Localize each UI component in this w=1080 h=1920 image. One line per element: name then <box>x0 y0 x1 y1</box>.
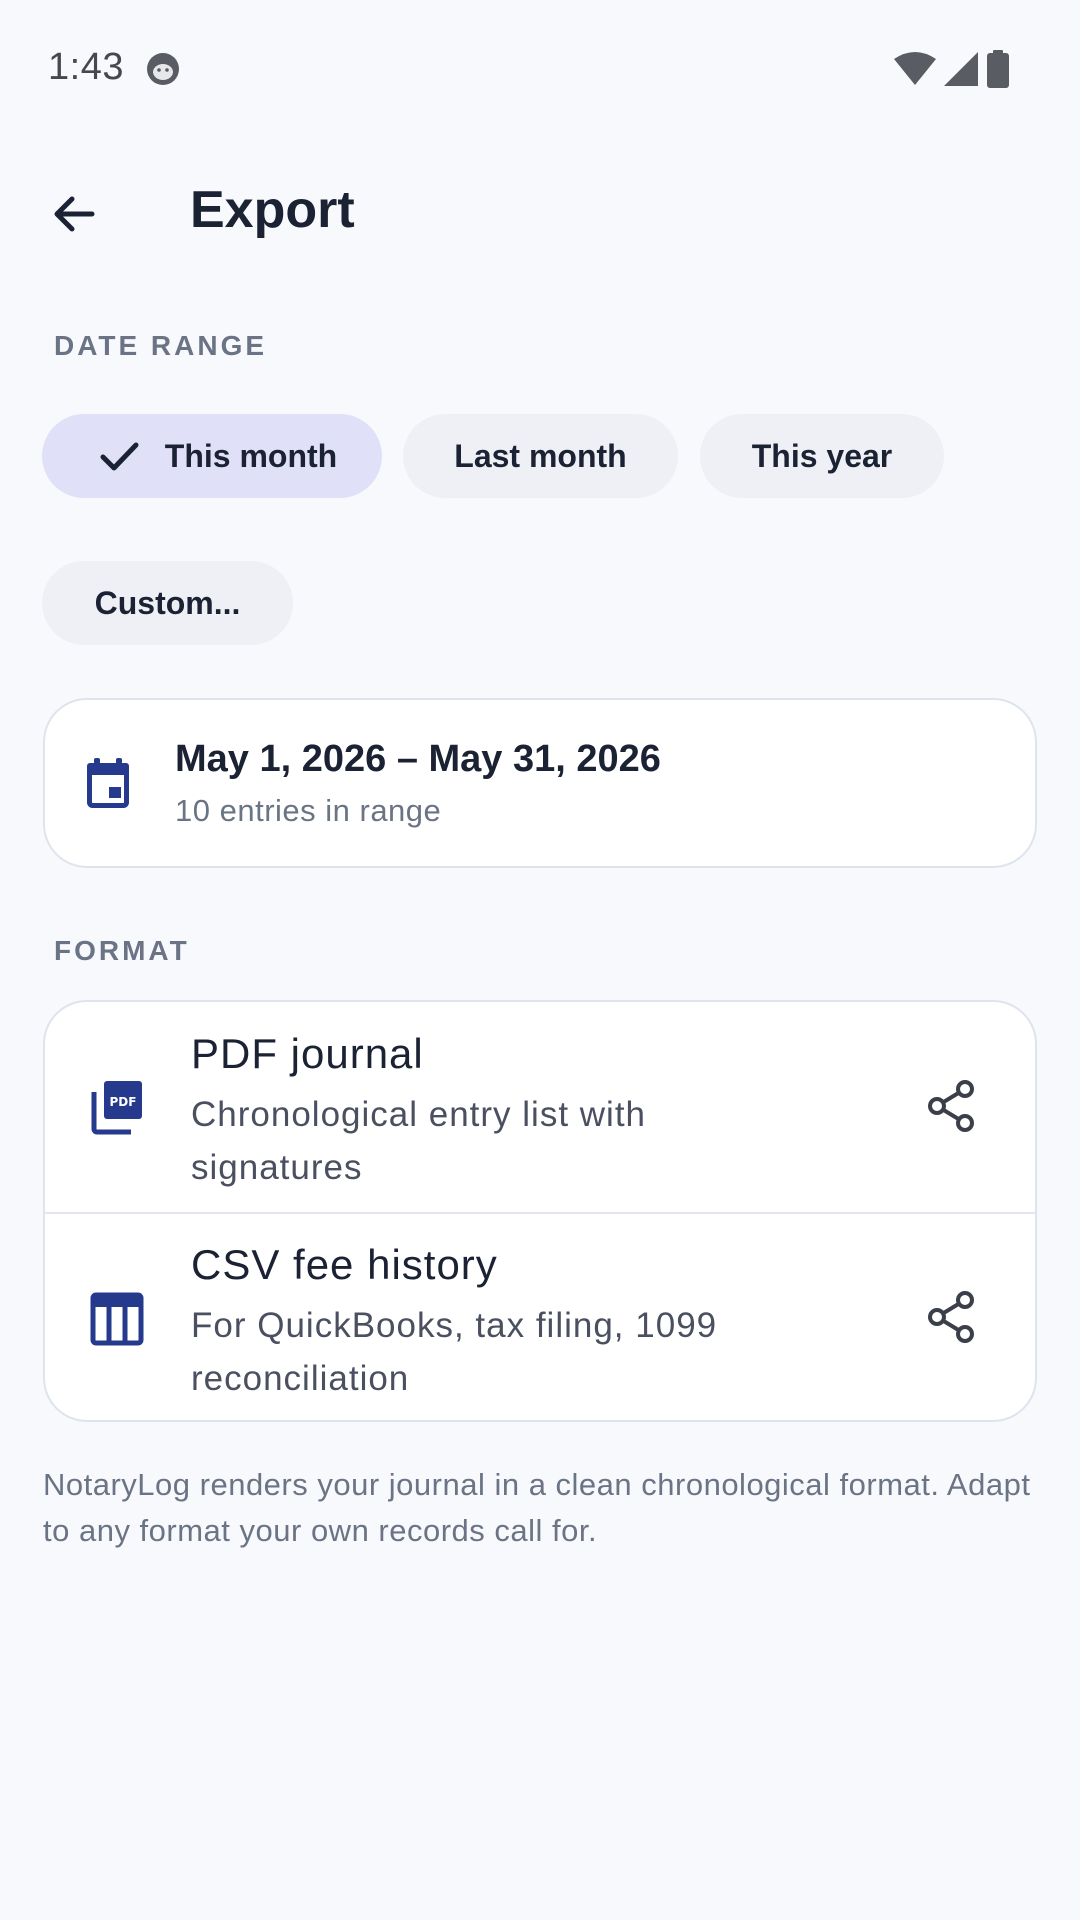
format-title: CSV fee history <box>191 1241 498 1288</box>
format-description: Chronological entry list with signatures <box>191 1095 647 1187</box>
chip-custom[interactable]: Custom... <box>42 561 293 645</box>
chip-this-month[interactable]: This month <box>42 414 382 498</box>
arrow-back-icon <box>54 196 95 232</box>
pdf-icon: PDF <box>91 1081 142 1135</box>
back-button[interactable] <box>32 172 116 256</box>
format-card: PDF PDF journal Chronological entry list… <box>43 1000 1037 1422</box>
svg-text:PDF: PDF <box>110 1095 137 1109</box>
table-icon <box>90 1292 144 1346</box>
format-option-csv[interactable]: CSV fee history For QuickBooks, tax fili… <box>45 1213 1035 1420</box>
share-pdf-button[interactable] <box>919 1074 983 1138</box>
status-time: 1:43 <box>48 46 124 88</box>
format-description: For QuickBooks, tax filing, 1099 reconci… <box>191 1306 718 1398</box>
date-range-summary-card: May 1, 2026 – May 31, 2026 10 entries in… <box>43 698 1037 868</box>
entries-count: 10 entries in range <box>175 793 442 828</box>
battery-icon <box>987 50 1009 88</box>
format-title: PDF journal <box>191 1030 424 1077</box>
check-icon <box>97 434 141 478</box>
format-option-pdf[interactable]: PDF PDF journal Chronological entry list… <box>45 1002 1035 1212</box>
app-bar: Export <box>0 160 1080 260</box>
chip-label: Last month <box>454 437 627 474</box>
wifi-icon <box>894 52 936 85</box>
footer-note: NotaryLog renders your journal in a clea… <box>43 1467 1031 1548</box>
chip-label: This month <box>164 437 338 474</box>
chip-this-year[interactable]: This year <box>700 414 944 498</box>
share-icon <box>928 1080 974 1132</box>
status-icons <box>894 49 1010 89</box>
format-label: FORMAT <box>54 935 190 966</box>
status-bar: 1:43 <box>0 0 1080 138</box>
chip-label: Custom... <box>94 584 241 621</box>
date-range-text: May 1, 2026 – May 31, 2026 <box>175 738 661 780</box>
page-title: Export <box>190 181 355 239</box>
chip-label: This year <box>751 437 893 474</box>
chip-last-month[interactable]: Last month <box>403 414 678 498</box>
share-icon <box>928 1291 974 1343</box>
calendar-icon <box>87 758 129 808</box>
signal-icon <box>944 52 978 86</box>
notification-cat-icon <box>147 53 179 85</box>
share-csv-button[interactable] <box>919 1285 983 1349</box>
date-range-label: DATE RANGE <box>54 330 268 361</box>
